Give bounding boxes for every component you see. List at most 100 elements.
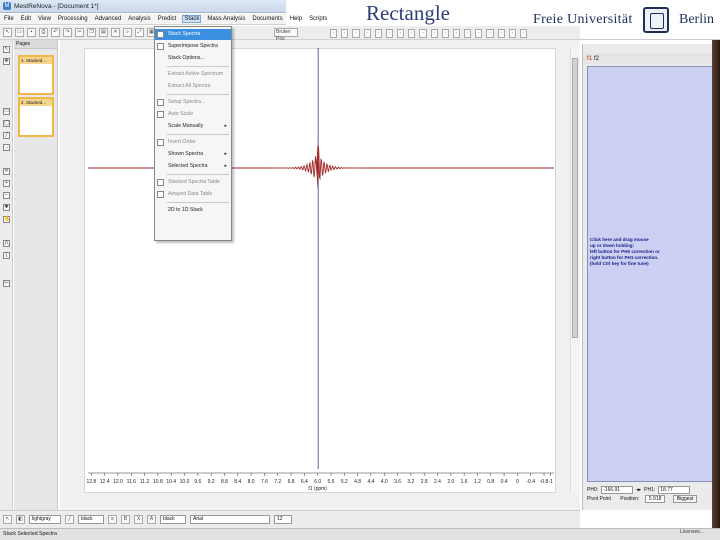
fill-color-icon[interactable]: ◧ [16, 515, 25, 524]
menu-analysis[interactable]: Analysis [127, 16, 151, 22]
line-width-icon[interactable]: ≡ [108, 515, 117, 524]
page-thumb-1[interactable]: 1. Stacked... [18, 55, 54, 95]
x-tick-label: 11.2 [140, 479, 150, 485]
star-icon[interactable]: ✱ [3, 204, 10, 211]
menu-item-stack-options[interactable]: Stack Options... [155, 53, 231, 64]
print-icon[interactable]: ⎙ [39, 28, 48, 37]
font-color-icon[interactable]: A [147, 515, 156, 524]
print-icon[interactable]: · [519, 28, 528, 38]
shift-icon[interactable]: · [464, 28, 472, 38]
menu-item-shown-spectra[interactable]: Shown Spectra ▸ [155, 149, 231, 160]
italic-icon[interactable]: X [134, 515, 143, 524]
scrollbar-thumb[interactable] [572, 58, 578, 338]
menu-item-icon [157, 139, 164, 146]
phase-drag-area[interactable]: Click here and drag mouse up or down hold… [587, 66, 715, 482]
full-view-icon[interactable]: · [352, 28, 360, 38]
menu-predict[interactable]: Predict [157, 16, 178, 22]
tab-f1[interactable]: f1 [587, 56, 592, 62]
fill-color-select[interactable]: lightgray [29, 515, 61, 524]
vertical-scrollbar[interactable] [570, 48, 579, 493]
cross-icon[interactable]: ✕ [3, 168, 10, 175]
select-icon[interactable]: ↖ [3, 46, 10, 53]
layout-select[interactable]: Bruker Pos [274, 28, 298, 42]
menu-item-scale-manually[interactable]: Scale Manually ▸ [155, 121, 231, 132]
menu-item-invert-order[interactable]: Invert Order [155, 137, 231, 148]
peak-pick-icon[interactable]: · [374, 28, 382, 38]
open-icon[interactable]: ▭ [15, 28, 24, 37]
reference-icon[interactable]: · [475, 28, 483, 38]
integrate-icon[interactable]: · [385, 28, 394, 38]
integral-icon[interactable]: ∫ [3, 252, 10, 259]
menu-item-stacked-spectra-table[interactable]: Stacked Spectra Table [155, 177, 231, 188]
bold-icon[interactable]: B [121, 515, 130, 524]
redo-icon[interactable]: ↷ [63, 28, 72, 37]
tab-f2[interactable]: f2 [594, 56, 599, 62]
menu-item-extract-active-spectrum[interactable]: Extract Active Spectrum [155, 69, 231, 80]
menu-view[interactable]: View [37, 16, 52, 22]
ruler-icon[interactable]: ⊢ [3, 280, 10, 287]
submenu-arrow-icon: ▸ [224, 163, 227, 169]
fourier-icon[interactable]: · [441, 28, 449, 38]
menu-mass-analysis[interactable]: Mass Analysis [206, 16, 246, 22]
minus-icon[interactable]: − [3, 192, 10, 199]
save-icon[interactable]: ▪ [27, 28, 36, 37]
ph0-input[interactable]: -166.91 [601, 485, 634, 494]
zoom-out-icon[interactable]: · [341, 28, 349, 38]
x-tick-label: 0 [516, 479, 519, 485]
move-icon[interactable]: ✥ [3, 58, 10, 65]
crosshair-icon[interactable]: · [363, 28, 371, 38]
overlay-icon[interactable]: · [497, 28, 505, 38]
position-input[interactable]: 5.918 [644, 495, 666, 503]
ellipse-icon[interactable]: ◯ [3, 120, 10, 127]
menu-documents[interactable]: Documents [251, 16, 283, 22]
ph1-input[interactable]: 18.77 [658, 485, 691, 494]
multiplet-icon[interactable]: · [397, 28, 405, 38]
fit-icon[interactable]: · [508, 28, 516, 38]
cut-icon[interactable]: ✂ [75, 28, 84, 37]
page-thumb-2[interactable]: 2. Stacked... [18, 97, 54, 137]
zoom-icon[interactable]: ⌕ [123, 28, 132, 37]
menu-item-extract-all-spectra[interactable]: Extract All Spectra [155, 81, 231, 92]
zoom-in-icon[interactable]: · [330, 28, 338, 38]
menu-item-arrayed-data-table[interactable]: Arrayed Data Table [155, 189, 231, 200]
phase-icon[interactable]: · [419, 28, 427, 38]
font-color-select[interactable]: black [160, 515, 186, 524]
menu-advanced[interactable]: Advanced [94, 16, 123, 22]
menu-item-2d-to-1d-stack[interactable]: 2D to 1D Stack [155, 205, 231, 216]
delete-icon[interactable]: ✕ [111, 28, 120, 37]
line-color-select[interactable]: black [78, 515, 104, 524]
menu-file[interactable]: File [3, 16, 15, 22]
menu-edit[interactable]: Edit [20, 16, 32, 22]
baseline-icon[interactable]: · [408, 28, 416, 38]
biggest-button[interactable]: Biggest [672, 495, 698, 503]
menu-item-selected-spectra[interactable]: Selected Spectra ▸ [155, 161, 231, 172]
licenses-link[interactable]: Licenses... [680, 529, 704, 535]
font-size-select[interactable]: 12 [274, 515, 292, 524]
undo-icon[interactable]: ↶ [51, 28, 60, 37]
menu-item-stack-spectra[interactable]: Stack Spectra [155, 29, 231, 40]
pointer-tool-icon[interactable]: ↖ [3, 28, 12, 37]
menu-item-auto-scale[interactable]: Auto Scale [155, 109, 231, 120]
menu-stack[interactable]: Stack [182, 15, 202, 23]
pan-icon[interactable]: ✋ [3, 216, 10, 223]
menu-item-superimpose-spectra[interactable]: Superimpose Spectra [155, 41, 231, 52]
menu-processing[interactable]: Processing [57, 16, 89, 22]
plus-icon[interactable]: + [3, 180, 10, 187]
copy-icon[interactable]: ❐ [87, 28, 96, 37]
fid-icon[interactable]: · [430, 28, 438, 38]
page-thumb-caption: 1. Stacked... [20, 57, 52, 64]
font-family-select[interactable]: Arial [190, 515, 270, 524]
arrow-icon[interactable]: → [3, 144, 10, 151]
line-color-icon[interactable]: ╱ [65, 515, 74, 524]
rectangle-icon[interactable]: ▭ [3, 108, 10, 115]
x-tick-label: 10.8 [153, 479, 163, 485]
ph0-arrows-icon[interactable]: ◂▸ [636, 487, 641, 493]
paste-icon[interactable]: ▤ [99, 28, 108, 37]
peak-icon[interactable]: ⋀ [3, 240, 10, 247]
pointer-icon[interactable]: ↖ [3, 515, 12, 524]
stack-icon[interactable]: · [486, 28, 494, 38]
apodize-icon[interactable]: · [452, 28, 461, 38]
menu-item-setup-spectra[interactable]: Setup Spectra... [155, 97, 231, 108]
fit-icon[interactable]: ⤢ [135, 28, 144, 37]
line-icon[interactable]: ╱ [3, 132, 10, 139]
